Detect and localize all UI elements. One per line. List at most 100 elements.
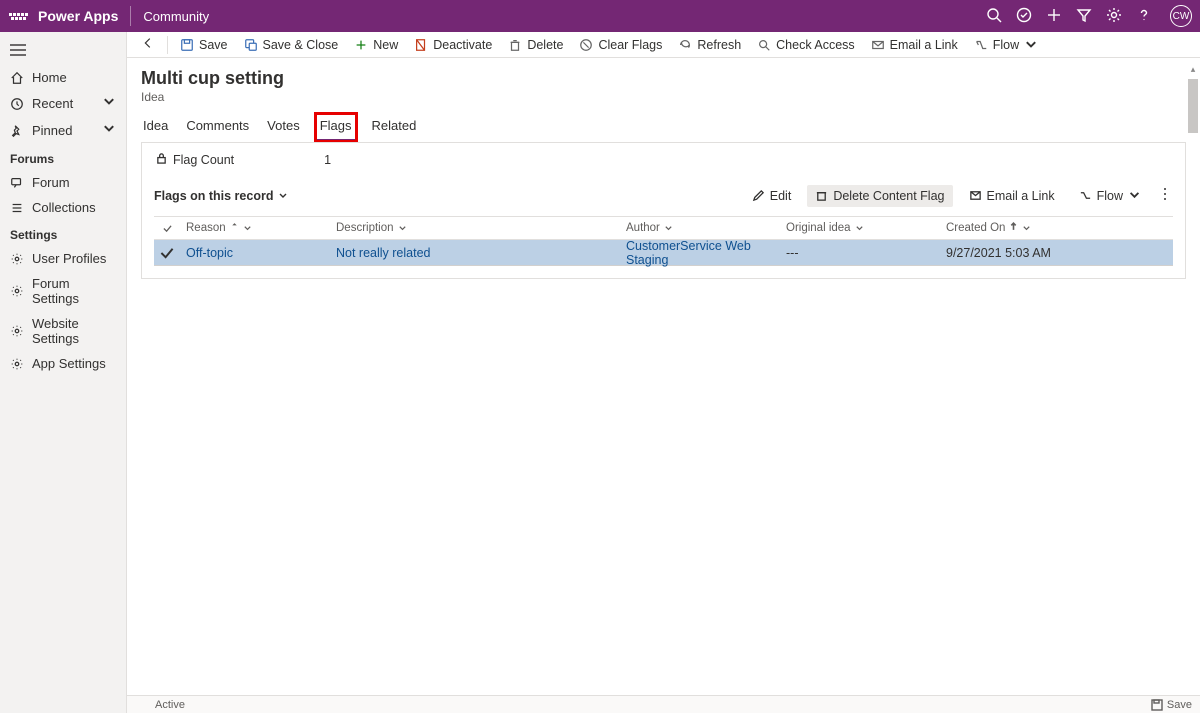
search-icon[interactable] xyxy=(986,7,1002,26)
chevron-down-icon[interactable] xyxy=(278,191,288,201)
chevron-down-icon xyxy=(243,224,252,233)
edit-button[interactable]: Edit xyxy=(744,185,800,207)
more-commands-icon[interactable] xyxy=(1157,183,1173,208)
clock-icon xyxy=(10,97,24,111)
task-icon[interactable] xyxy=(1016,7,1032,26)
btn-label: Flow xyxy=(1097,189,1123,203)
nav-user-profiles[interactable]: User Profiles xyxy=(0,246,126,271)
nav-label: Collections xyxy=(32,200,96,215)
back-button[interactable] xyxy=(135,33,161,56)
save-close-button[interactable]: Save & Close xyxy=(238,35,345,55)
cmd-label: Check Access xyxy=(776,38,855,52)
cell-description: Not really related xyxy=(330,246,620,260)
email-link-button[interactable]: Email a Link xyxy=(865,35,964,55)
email-link-button-sub[interactable]: Email a Link xyxy=(961,185,1063,207)
vertical-scrollbar[interactable]: ▴ xyxy=(1187,64,1199,713)
col-label: Reason xyxy=(186,222,226,234)
status-save-button[interactable]: Save xyxy=(1151,699,1192,711)
forum-icon xyxy=(10,176,24,190)
cmd-label: Save & Close xyxy=(263,38,339,52)
tab-comments[interactable]: Comments xyxy=(184,114,251,141)
col-label: Author xyxy=(626,222,660,234)
filter-icon[interactable] xyxy=(1076,7,1092,26)
chevron-down-icon xyxy=(102,95,116,112)
cmd-label: Flow xyxy=(993,38,1019,52)
cmd-label: Clear Flags xyxy=(598,38,662,52)
btn-label: Email a Link xyxy=(987,189,1055,203)
hamburger-icon[interactable] xyxy=(0,38,126,65)
status-save-label: Save xyxy=(1167,699,1192,711)
nav-label: Recent xyxy=(32,96,73,111)
nav-pinned[interactable]: Pinned xyxy=(0,117,126,144)
command-bar: Save Save & Close New Deactivate Delete … xyxy=(127,32,1200,58)
grid-row[interactable]: Off-topic Not really related CustomerSer… xyxy=(154,240,1173,266)
chevron-down-icon xyxy=(664,224,673,233)
nav-collections[interactable]: Collections xyxy=(0,195,126,220)
cmd-label: Delete xyxy=(527,38,563,52)
select-all-column[interactable] xyxy=(154,217,180,239)
nav-label: Pinned xyxy=(32,123,72,138)
cmd-label: Email a Link xyxy=(890,38,958,52)
cell-author[interactable]: CustomerService Web Staging xyxy=(620,239,780,267)
plus-icon[interactable] xyxy=(1046,7,1062,26)
nav-label: User Profiles xyxy=(32,251,106,266)
new-button[interactable]: New xyxy=(348,35,404,55)
refresh-button[interactable]: Refresh xyxy=(672,35,747,55)
nav-label: Website Settings xyxy=(32,316,116,346)
app-launcher-icon[interactable] xyxy=(8,6,28,26)
deactivate-button[interactable]: Deactivate xyxy=(408,35,498,55)
help-icon[interactable] xyxy=(1136,7,1152,26)
user-avatar[interactable]: CW xyxy=(1170,5,1192,27)
tab-flags[interactable]: Flags xyxy=(316,114,356,141)
chevron-down-icon xyxy=(1128,189,1141,202)
nav-home[interactable]: Home xyxy=(0,65,126,90)
cmd-label: Deactivate xyxy=(433,38,492,52)
nav-recent[interactable]: Recent xyxy=(0,90,126,117)
page-subtitle: Idea xyxy=(141,90,1186,104)
list-icon xyxy=(10,201,24,215)
cell-original-idea: --- xyxy=(780,246,940,260)
cmd-label: Refresh xyxy=(697,38,741,52)
row-checkbox[interactable] xyxy=(154,246,180,260)
col-label: Original idea xyxy=(786,222,851,234)
gear-icon xyxy=(10,252,24,266)
grid-header: Reason Description Author Original idea … xyxy=(154,216,1173,240)
column-reason[interactable]: Reason xyxy=(180,217,330,239)
delete-button[interactable]: Delete xyxy=(502,35,569,55)
flag-count-value: 1 xyxy=(324,153,331,167)
tab-related[interactable]: Related xyxy=(370,114,419,141)
clear-flags-button[interactable]: Clear Flags xyxy=(573,35,668,55)
save-button[interactable]: Save xyxy=(174,35,234,55)
nav-group-forums: Forums xyxy=(0,144,126,170)
delete-content-flag-button[interactable]: Delete Content Flag xyxy=(807,185,952,207)
column-original-idea[interactable]: Original idea xyxy=(780,217,940,239)
gear-icon xyxy=(10,324,24,338)
nav-forum-settings[interactable]: Forum Settings xyxy=(0,271,126,311)
cell-reason[interactable]: Off-topic xyxy=(180,246,330,260)
column-description[interactable]: Description xyxy=(330,217,620,239)
chevron-down-icon xyxy=(855,224,864,233)
lock-icon xyxy=(156,153,167,167)
tab-votes[interactable]: Votes xyxy=(265,114,302,141)
flow-button-sub[interactable]: Flow xyxy=(1071,185,1149,207)
check-access-button[interactable]: Check Access xyxy=(751,35,861,55)
subgrid-title: Flags on this record xyxy=(154,189,273,203)
btn-label: Delete Content Flag xyxy=(833,189,944,203)
nav-app-settings[interactable]: App Settings xyxy=(0,351,126,376)
flow-button[interactable]: Flow xyxy=(968,35,1044,55)
tab-idea[interactable]: Idea xyxy=(141,114,170,141)
nav-forum[interactable]: Forum xyxy=(0,170,126,195)
gear-icon xyxy=(10,284,24,298)
page-title: Multi cup setting xyxy=(141,68,1186,89)
nav-label: App Settings xyxy=(32,356,106,371)
column-created-on[interactable]: Created On xyxy=(940,217,1173,239)
nav-label: Home xyxy=(32,70,67,85)
app-title: Power Apps xyxy=(38,8,118,24)
column-author[interactable]: Author xyxy=(620,217,780,239)
status-active: Active xyxy=(155,699,185,711)
topbar-divider xyxy=(130,6,131,26)
environment-name[interactable]: Community xyxy=(143,9,209,24)
col-label: Description xyxy=(336,222,394,234)
settings-icon[interactable] xyxy=(1106,7,1122,26)
nav-website-settings[interactable]: Website Settings xyxy=(0,311,126,351)
